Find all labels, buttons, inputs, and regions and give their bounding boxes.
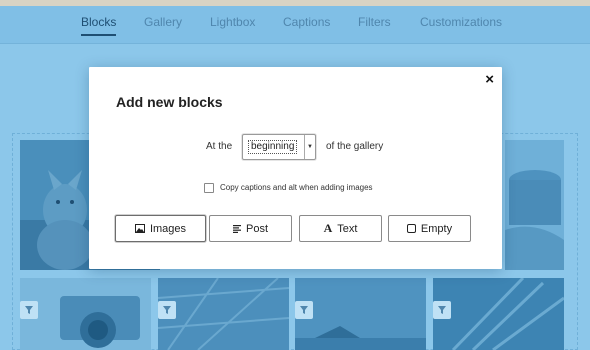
- position-suffix-label: of the gallery: [326, 141, 384, 152]
- tab-customizations[interactable]: Customizations: [420, 15, 502, 29]
- copy-captions-checkbox[interactable]: [204, 183, 214, 193]
- gallery-image-mug[interactable]: [505, 140, 564, 270]
- dialog-title: Add new blocks: [116, 94, 223, 110]
- gallery-image-camera[interactable]: [20, 278, 151, 350]
- gallery-image-fern[interactable]: [433, 278, 564, 350]
- post-lines-icon: [232, 224, 241, 233]
- gallery-image-lichen[interactable]: [158, 278, 289, 350]
- image-icon: [134, 224, 145, 233]
- filter-icon[interactable]: [20, 301, 38, 319]
- close-icon[interactable]: ×: [485, 72, 494, 87]
- text-A-icon: A: [323, 221, 333, 235]
- tab-filters[interactable]: Filters: [358, 15, 391, 29]
- add-post-label: Post: [245, 222, 268, 235]
- position-select-value: beginning: [247, 140, 298, 154]
- filter-icon[interactable]: [433, 301, 451, 319]
- filter-icon[interactable]: [295, 301, 313, 319]
- position-prefix-label: At the: [206, 141, 233, 152]
- tab-gallery[interactable]: Gallery: [144, 15, 182, 29]
- add-text-button[interactable]: A Text: [299, 215, 382, 242]
- add-images-label: Images: [149, 222, 187, 235]
- add-post-button[interactable]: Post: [209, 215, 292, 242]
- tab-bar: Blocks Gallery Lightbox Captions Filters…: [0, 6, 590, 44]
- tab-captions[interactable]: Captions: [283, 15, 330, 29]
- add-images-button[interactable]: Images: [115, 215, 206, 242]
- position-select[interactable]: beginning ▼: [242, 134, 316, 160]
- add-blocks-dialog: × Add new blocks At the beginning ▼ of t…: [89, 67, 502, 269]
- chevron-down-icon: ▼: [304, 135, 315, 159]
- add-empty-label: Empty: [420, 222, 453, 235]
- tab-blocks[interactable]: Blocks: [81, 15, 117, 36]
- position-row: At the beginning ▼ of the gallery: [89, 134, 502, 160]
- empty-square-icon: [406, 224, 416, 233]
- copy-captions-label: Copy captions and alt when adding images: [220, 183, 373, 192]
- add-empty-button[interactable]: Empty: [388, 215, 471, 242]
- gallery-image-mountain[interactable]: [295, 278, 426, 350]
- add-text-label: Text: [337, 222, 358, 235]
- filter-icon[interactable]: [158, 301, 176, 319]
- tab-lightbox[interactable]: Lightbox: [210, 15, 255, 29]
